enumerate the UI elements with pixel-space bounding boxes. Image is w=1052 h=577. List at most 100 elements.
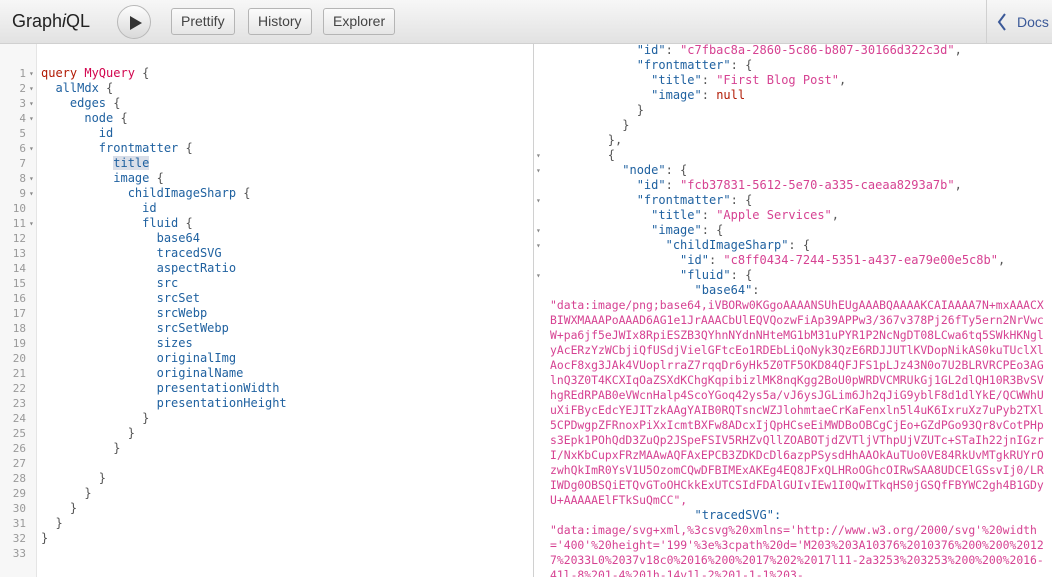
- result-token: "node": [622, 163, 666, 177]
- result-token: "fcb37831-5612-5e70-a335-caeaa8293a7b": [680, 178, 955, 192]
- code-line[interactable]: srcWebp: [41, 306, 208, 321]
- result-line: },: [550, 133, 622, 148]
- code-line[interactable]: presentationHeight: [41, 396, 287, 411]
- code-line[interactable]: }: [41, 531, 48, 546]
- result-token: [550, 178, 637, 192]
- line-number: 4: [19, 112, 26, 125]
- code-token: title: [113, 156, 150, 170]
- code-line[interactable]: }: [41, 426, 135, 441]
- result-line: "childImageSharp": {: [550, 238, 811, 253]
- result-line: "title": "Apple Services",: [550, 208, 839, 223]
- line-number: 17: [12, 307, 26, 320]
- code-line[interactable]: tracedSVG: [41, 246, 222, 261]
- code-line[interactable]: image {: [41, 171, 164, 186]
- code-line[interactable]: edges {: [41, 96, 121, 111]
- result-token: "childImageSharp": [665, 238, 789, 252]
- fold-marker-icon[interactable]: ▾: [29, 186, 37, 201]
- code-line[interactable]: }: [41, 411, 149, 426]
- code-line[interactable]: allMdx {: [41, 81, 113, 96]
- fold-marker-icon[interactable]: ▾: [29, 81, 37, 96]
- code-token: {: [178, 141, 193, 155]
- execute-query-button[interactable]: [117, 5, 151, 39]
- result-token: }: [550, 103, 644, 117]
- fold-marker-icon[interactable]: ▾: [536, 238, 541, 253]
- docs-button[interactable]: Docs: [986, 0, 1052, 44]
- code-token: fluid: [41, 216, 179, 230]
- code-line[interactable]: srcSet: [41, 291, 200, 306]
- fold-marker-icon[interactable]: ▾: [29, 141, 37, 156]
- code-line[interactable]: aspectRatio: [41, 261, 236, 276]
- code-line[interactable]: }: [41, 501, 77, 516]
- code-line[interactable]: presentationWidth: [41, 381, 280, 396]
- result-token: "id": [636, 178, 666, 192]
- result-token: : {: [665, 163, 688, 177]
- result-token: "title": [651, 73, 702, 87]
- code-line[interactable]: id: [41, 201, 156, 216]
- fold-marker-icon[interactable]: ▾: [29, 111, 37, 126]
- line-number: 8: [19, 172, 26, 185]
- code-line[interactable]: }: [41, 516, 62, 531]
- code-token: presentationHeight: [41, 396, 287, 410]
- code-token: {: [134, 66, 150, 80]
- code-token: originalImg: [41, 351, 237, 365]
- code-line[interactable]: title: [41, 156, 150, 171]
- code-line[interactable]: srcSetWebp: [41, 321, 229, 336]
- fold-marker-icon[interactable]: ▾: [536, 268, 541, 283]
- code-token: }: [41, 531, 49, 545]
- result-token: :: [701, 73, 717, 87]
- query-editor[interactable]: 1 ▾ query MyQuery {2 ▾ allMdx {3 ▾ edges {4 ▾…: [0, 44, 533, 577]
- code-token: }: [41, 501, 78, 515]
- result-token: "Apple Services": [716, 208, 832, 222]
- result-line: "frontmatter": {: [550, 193, 753, 208]
- result-token: ,: [954, 178, 962, 192]
- fold-marker-icon[interactable]: ▾: [536, 163, 541, 178]
- code-token: {: [236, 186, 251, 200]
- fold-marker-icon[interactable]: ▾: [536, 223, 541, 238]
- fold-marker-icon[interactable]: ▾: [536, 148, 541, 163]
- result-token: [550, 58, 637, 72]
- fold-marker-icon[interactable]: ▾: [29, 96, 37, 111]
- result-token: "frontmatter": [636, 193, 731, 207]
- code-line[interactable]: }: [41, 441, 120, 456]
- history-button[interactable]: History: [248, 8, 312, 35]
- code-line[interactable]: childImageSharp {: [41, 186, 251, 201]
- line-number: 3: [19, 97, 26, 110]
- code-token: allMdx: [41, 81, 99, 95]
- code-line[interactable]: originalName: [41, 366, 244, 381]
- code-token: {: [149, 171, 164, 185]
- code-line[interactable]: frontmatter {: [41, 141, 193, 156]
- result-token: [550, 223, 651, 237]
- code-token: MyQuery: [84, 66, 135, 80]
- result-line: "node": {: [550, 163, 687, 178]
- code-line[interactable]: fluid {: [41, 216, 193, 231]
- play-icon: [130, 16, 142, 30]
- fold-marker-icon[interactable]: ▾: [536, 193, 541, 208]
- code-line[interactable]: originalImg: [41, 351, 236, 366]
- fold-marker-icon[interactable]: ▾: [29, 171, 37, 186]
- explorer-button[interactable]: Explorer: [323, 8, 396, 35]
- prettify-button[interactable]: Prettify: [171, 8, 235, 35]
- result-token: [550, 73, 651, 87]
- result-token: "c8ff0434-7244-5351-a437-ea79e00e5c8b": [723, 253, 998, 267]
- result-line: "title": "First Blog Post",: [550, 73, 846, 88]
- code-line[interactable]: sizes: [41, 336, 193, 351]
- code-line[interactable]: base64: [41, 231, 200, 246]
- result-token: ,: [831, 208, 840, 222]
- result-token: : {: [701, 223, 724, 237]
- code-line[interactable]: }: [41, 486, 91, 501]
- line-number: 1: [19, 67, 26, 80]
- result-token: [550, 193, 637, 207]
- traced-svg-value: "data:image/svg+xml,%3csvg%20xmlns='http…: [550, 523, 1044, 577]
- code-token: }: [41, 426, 135, 440]
- result-token: null: [716, 88, 746, 102]
- line-number: 31: [12, 517, 26, 530]
- result-token: [550, 44, 637, 57]
- fold-marker-icon[interactable]: ▾: [29, 216, 37, 231]
- code-line[interactable]: query MyQuery {: [41, 66, 149, 81]
- docs-label: Docs: [1017, 14, 1049, 30]
- code-line[interactable]: }: [41, 471, 106, 486]
- code-line[interactable]: id: [41, 126, 113, 141]
- fold-marker-icon[interactable]: ▾: [29, 66, 37, 81]
- code-line[interactable]: src: [41, 276, 179, 291]
- code-line[interactable]: node {: [41, 111, 127, 126]
